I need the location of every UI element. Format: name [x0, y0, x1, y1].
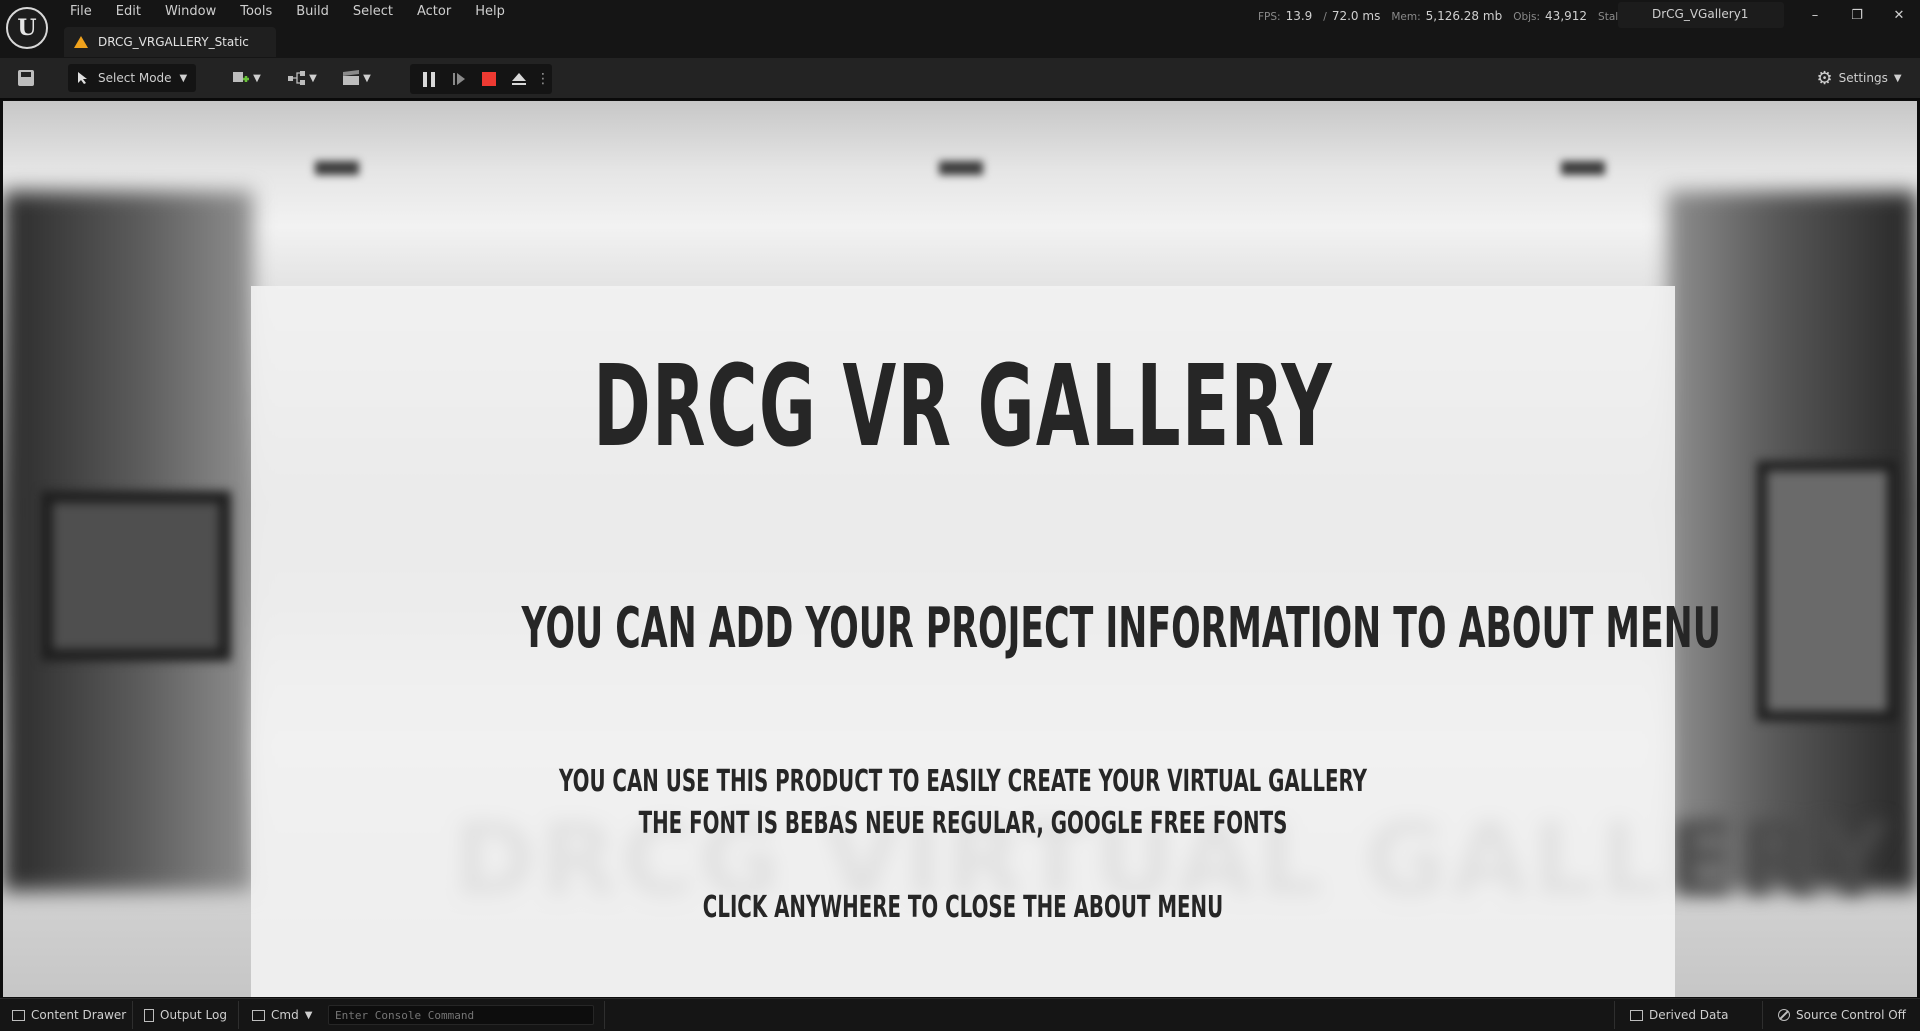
derived-data-button[interactable]: Derived Data	[1622, 1003, 1736, 1027]
about-font-line: THE FONT IS BEBAS NEUE REGULAR, GOOGLE F…	[638, 806, 1288, 841]
menu-edit[interactable]: Edit	[104, 2, 153, 22]
select-mode-dropdown[interactable]: Select Mode ▼	[68, 64, 196, 92]
title-bar: U File Edit Window Tools Build Select Ac…	[0, 0, 1920, 58]
ceiling-light	[1561, 161, 1605, 175]
ceiling-light	[939, 161, 983, 175]
stop-icon	[482, 72, 496, 86]
settings-button[interactable]: ⚙ Settings ▼	[1814, 64, 1904, 92]
left-painting	[41, 491, 231, 661]
minimize-button[interactable]: –	[1800, 4, 1830, 28]
eject-button[interactable]	[504, 64, 534, 94]
save-button[interactable]	[12, 64, 40, 92]
source-control-label: Source Control Off	[1796, 1008, 1906, 1022]
about-menu-panel[interactable]: DRCG VR GALLERY YOU CAN ADD YOUR PROJECT…	[251, 286, 1721, 997]
more-vertical-icon: ⋮	[536, 71, 550, 87]
divider	[604, 1001, 605, 1029]
level-viewport[interactable]: DRCG VIRTUAL GALLERY DRCG VR GALLERY YOU…	[3, 101, 1917, 997]
level-warning-icon	[74, 36, 88, 48]
chevron-down-icon: ▼	[179, 72, 188, 84]
fps-label: FPS:	[1258, 11, 1281, 23]
output-log-label: Output Log	[160, 1008, 227, 1022]
frame-advance-icon	[453, 73, 465, 85]
unreal-logo-icon[interactable]: U	[6, 7, 48, 49]
add-actor-button[interactable]: ▼	[226, 64, 266, 92]
mem-label: Mem:	[1391, 11, 1421, 23]
menu-file[interactable]: File	[58, 2, 104, 22]
cmd-dropdown[interactable]: Cmd ▼	[244, 1003, 320, 1027]
source-control-button[interactable]: Source Control Off	[1770, 1003, 1914, 1027]
about-subtitle: YOU CAN ADD YOUR PROJECT INFORMATION TO …	[521, 596, 1721, 661]
menu-tools[interactable]: Tools	[228, 2, 284, 22]
cmd-label: Cmd	[271, 1008, 299, 1022]
right-painting	[1757, 461, 1897, 721]
objs-value: 43,912	[1545, 9, 1588, 23]
level-tab[interactable]: DRCG_VRGALLERY_Static	[64, 27, 276, 57]
source-control-off-icon	[1778, 1009, 1790, 1021]
blueprint-button[interactable]: ▼	[282, 64, 322, 92]
frametime-value: 72.0 ms	[1331, 9, 1381, 23]
menu-bar: File Edit Window Tools Build Select Acto…	[58, 2, 517, 22]
fps-value: 13.9	[1285, 9, 1313, 23]
play-options-button[interactable]: ⋮	[534, 64, 552, 94]
add-actor-icon	[233, 72, 250, 82]
pause-icon-bar	[423, 71, 427, 87]
chevron-down-icon: ▼	[309, 72, 317, 84]
close-button[interactable]: ✕	[1884, 4, 1914, 28]
pause-button[interactable]	[414, 64, 444, 94]
terminal-icon	[252, 1009, 265, 1021]
folder-icon	[12, 1009, 25, 1021]
about-close-hint: CLICK ANYWHERE TO CLOSE THE ABOUT MENU	[702, 890, 1224, 925]
select-mode-label: Select Mode	[98, 71, 172, 85]
performance-stats: FPS: 13.9 / 72.0 ms Mem: 5,126.28 mb Obj…	[1258, 9, 1656, 25]
play-controls: ⋮	[410, 64, 552, 94]
chevron-down-icon: ▼	[363, 72, 371, 84]
blueprint-icon	[288, 71, 306, 85]
chevron-down-icon: ▼	[1893, 72, 1902, 84]
project-name-box: DrCG_VGallery1	[1618, 2, 1784, 28]
chevron-down-icon: ▼	[304, 1009, 313, 1021]
pause-icon-bar	[431, 71, 435, 87]
menu-window[interactable]: Window	[153, 2, 228, 22]
menu-help[interactable]: Help	[463, 2, 517, 22]
frametime-label: /	[1323, 11, 1327, 23]
divider	[132, 1001, 133, 1029]
settings-label: Settings	[1838, 71, 1888, 85]
chevron-down-icon: ▼	[253, 72, 261, 84]
restore-button[interactable]: ❐	[1842, 4, 1872, 28]
cinematics-button[interactable]: ▼	[336, 64, 376, 92]
gear-icon: ⚙	[1816, 67, 1833, 89]
database-icon	[1630, 1009, 1643, 1021]
log-icon	[144, 1008, 154, 1022]
divider	[238, 1001, 239, 1029]
save-icon	[18, 70, 34, 86]
status-bar: Content Drawer Output Log Cmd ▼ Derived …	[0, 998, 1920, 1031]
divider	[1762, 1001, 1763, 1029]
menu-build[interactable]: Build	[284, 2, 341, 22]
cursor-icon	[78, 72, 87, 84]
about-description-line: YOU CAN USE THIS PRODUCT TO EASILY CREAT…	[558, 764, 1368, 799]
console-command-input[interactable]	[328, 1005, 594, 1025]
level-tab-label: DRCG_VRGALLERY_Static	[98, 35, 249, 49]
objs-label: Objs:	[1513, 11, 1541, 23]
main-toolbar: Select Mode ▼ ▼ ▼ ▼ ⚙ Settings ▼	[0, 58, 1920, 100]
about-title: DRCG VR GALLERY	[593, 342, 1333, 472]
output-log-button[interactable]: Output Log	[136, 1003, 235, 1027]
ceiling-light	[315, 161, 359, 175]
menu-select[interactable]: Select	[341, 2, 405, 22]
derived-data-label: Derived Data	[1649, 1008, 1729, 1022]
content-drawer-button[interactable]: Content Drawer	[4, 1003, 134, 1027]
content-drawer-label: Content Drawer	[31, 1008, 127, 1022]
advance-frame-button[interactable]	[444, 64, 474, 94]
eject-icon	[512, 73, 526, 85]
divider	[1614, 1001, 1615, 1029]
clapperboard-icon	[343, 70, 360, 85]
stop-button[interactable]	[474, 64, 504, 94]
menu-actor[interactable]: Actor	[405, 2, 463, 22]
mem-value: 5,126.28 mb	[1425, 9, 1503, 23]
